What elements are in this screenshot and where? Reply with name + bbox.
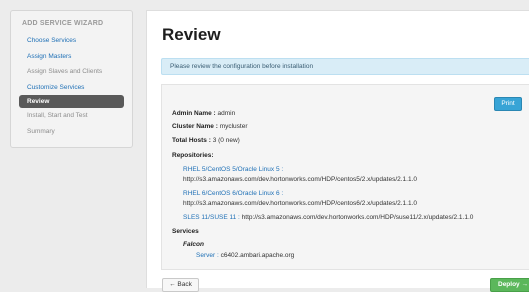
wizard-step-assign-slaves: Assign Slaves and Clients (27, 68, 103, 76)
repo-url-sles11: http://s3.amazonaws.com/dev.hortonworks.… (241, 214, 474, 221)
wizard-sidebar: ADD SERVICE WIZARD Choose Services Assig… (10, 10, 133, 148)
repo-url-rhel6: http://s3.amazonaws.com/dev.hortonworks.… (183, 200, 417, 207)
admin-name-label: Admin Name : (172, 110, 216, 117)
total-hosts-row: Total Hosts : 3 (0 new) (172, 137, 240, 144)
wizard-step-install: Install, Start and Test (27, 112, 88, 120)
page-title: Review (162, 25, 221, 44)
cluster-name-label: Cluster Name : (172, 123, 218, 130)
wizard-step-choose-services[interactable]: Choose Services (11, 33, 132, 49)
repo-os-sles11[interactable]: SLES 11/SUSE 11 : (183, 214, 240, 221)
total-hosts-label: Total Hosts : (172, 137, 211, 144)
wizard-step-summary: Summary (27, 127, 55, 135)
repo-sles-row: SLES 11/SUSE 11 : http://s3.amazonaws.co… (183, 214, 473, 221)
main-panel: Review Please review the configuration b… (146, 10, 529, 292)
services-label: Services (172, 228, 199, 235)
wizard-step-review[interactable]: Review (19, 95, 124, 109)
print-button[interactable]: Print (494, 97, 522, 111)
cluster-name-row: Cluster Name : mycluster (172, 123, 248, 130)
total-hosts-value: 3 (0 new) (212, 137, 240, 144)
service-component-label: Server : (196, 252, 219, 259)
admin-name-value: admin (217, 110, 236, 117)
admin-name-row: Admin Name : admin (172, 110, 235, 117)
repo-os-rhel5[interactable]: RHEL 5/CentOS 5/Oracle Linux 5 : (183, 166, 283, 173)
wizard-step-assign-masters[interactable]: Assign Masters (11, 49, 132, 65)
service-name-falcon: Falcon (183, 241, 204, 248)
back-button[interactable]: ← Back (162, 278, 199, 292)
repositories-label: Repositories: (172, 152, 214, 159)
wizard-step-customize-services[interactable]: Customize Services (11, 80, 132, 96)
review-summary: Print Admin Name : admin Cluster Name : … (161, 84, 529, 270)
service-component-row: Server : c6402.ambari.apache.org (196, 252, 294, 259)
cluster-name-value: mycluster (219, 123, 248, 130)
repo-os-rhel6[interactable]: RHEL 6/CentOS 6/Oracle Linux 6 : (183, 190, 283, 197)
service-component-value: c6402.ambari.apache.org (220, 252, 295, 259)
info-alert: Please review the configuration before i… (161, 58, 529, 75)
repo-url-rhel5: http://s3.amazonaws.com/dev.hortonworks.… (183, 176, 417, 183)
wizard-title: ADD SERVICE WIZARD (22, 20, 104, 27)
deploy-button[interactable]: Deploy → (490, 278, 529, 292)
